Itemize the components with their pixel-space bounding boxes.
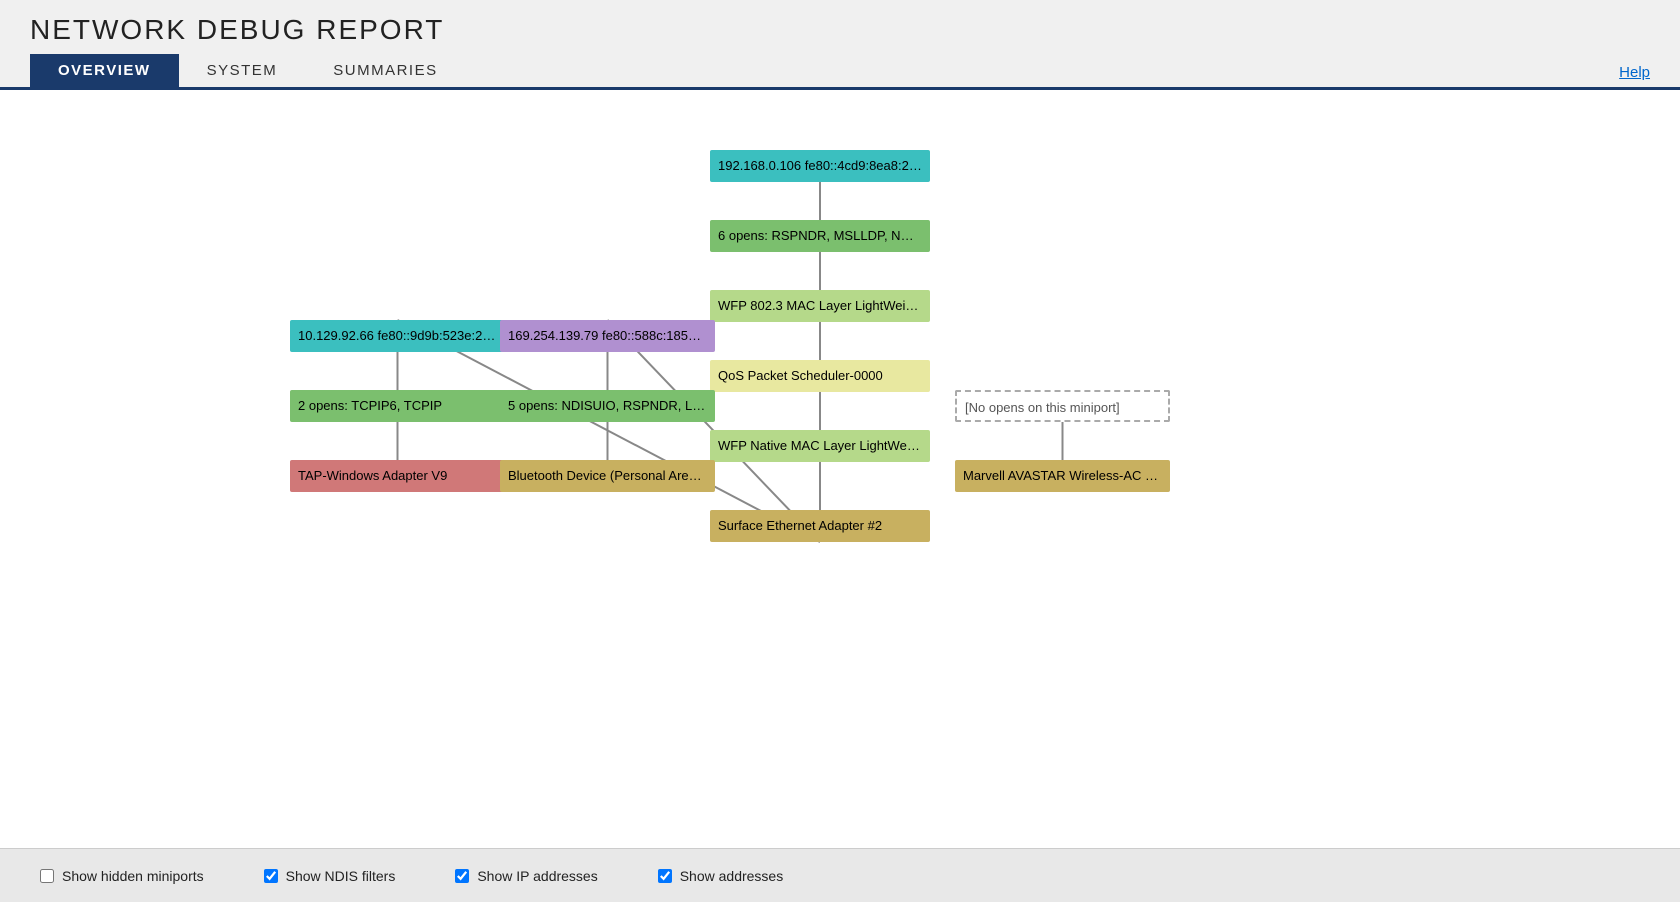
node-n11[interactable]: 5 opens: NDISUIO, RSPNDR, LLTDIO, [500,390,715,422]
main-content: 192.168.0.106 fe80::4cd9:8ea8:2bc0:e6 op… [0,90,1680,902]
show-ndis-label: Show NDIS filters [286,868,396,884]
node-n13[interactable]: [No opens on this miniport] [955,390,1170,422]
node-n3[interactable]: WFP 802.3 MAC Layer LightWeight Fi [710,290,930,322]
node-n4[interactable]: QoS Packet Scheduler-0000 [710,360,930,392]
show-ip-checkbox[interactable]: Show IP addresses [455,868,597,884]
show-hidden-input[interactable] [40,869,54,883]
show-ndis-input[interactable] [264,869,278,883]
node-n1[interactable]: 192.168.0.106 fe80::4cd9:8ea8:2bc0:e [710,150,930,182]
footer-bar: Show hidden miniports Show NDIS filters … [0,848,1680,902]
node-n8[interactable]: 2 opens: TCPIP6, TCPIP [290,390,505,422]
node-n2[interactable]: 6 opens: RSPNDR, MSLLDP, NDISUIO [710,220,930,252]
show-addresses-checkbox[interactable]: Show addresses [658,868,784,884]
node-n9[interactable]: TAP-Windows Adapter V9 [290,460,505,492]
show-hidden-checkbox[interactable]: Show hidden miniports [40,868,204,884]
show-ip-input[interactable] [455,869,469,883]
network-diagram: 192.168.0.106 fe80::4cd9:8ea8:2bc0:e6 op… [290,120,1390,700]
help-link[interactable]: Help [1619,64,1650,81]
node-n10[interactable]: 169.254.139.79 fe80::588c:1851:f711: [500,320,715,352]
node-n6[interactable]: Surface Ethernet Adapter #2 [710,510,930,542]
tab-summaries[interactable]: Summaries [305,54,465,87]
tab-system[interactable]: System [179,54,306,87]
node-n7[interactable]: 10.129.92.66 fe80::9d9b:523e:2d70:2 [290,320,505,352]
show-addresses-label: Show addresses [680,868,784,884]
nav-bar: Overview System Summaries Help [0,54,1680,90]
show-addresses-input[interactable] [658,869,672,883]
node-n14[interactable]: Marvell AVASTAR Wireless-AC Netw [955,460,1170,492]
show-hidden-label: Show hidden miniports [62,868,204,884]
show-ndis-checkbox[interactable]: Show NDIS filters [264,868,396,884]
node-n12[interactable]: Bluetooth Device (Personal Area Net [500,460,715,492]
show-ip-label: Show IP addresses [477,868,597,884]
node-n5[interactable]: WFP Native MAC Layer LightWeight [710,430,930,462]
tab-overview[interactable]: Overview [30,54,179,87]
page-title: Network Debug Report [30,14,1650,46]
